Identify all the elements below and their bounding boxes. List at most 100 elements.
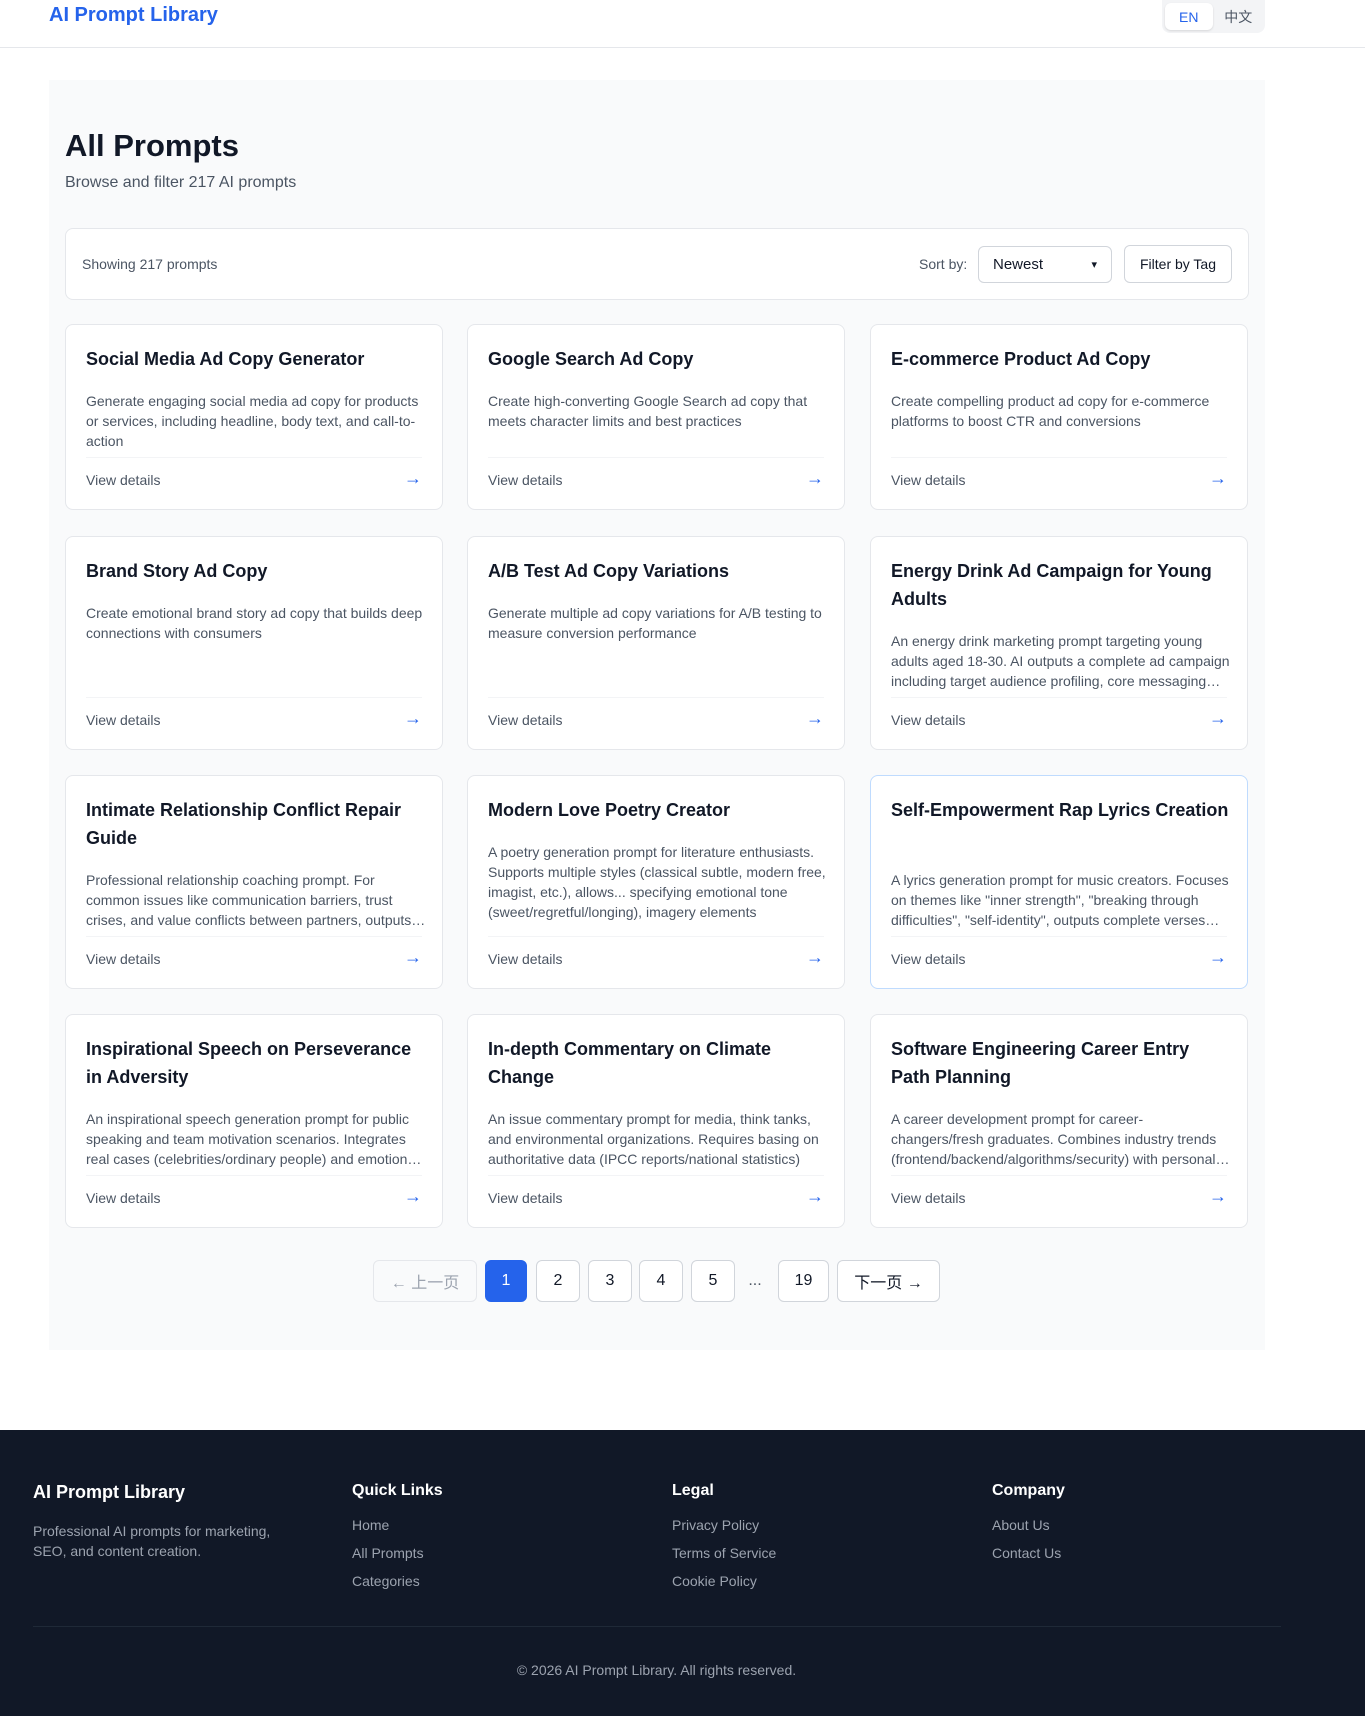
footer-tagline: Professional AI prompts for marketing, S… [33, 1523, 271, 1559]
prompt-card[interactable]: Inspirational Speech on Perseverance in … [65, 1014, 443, 1228]
footer-link-contact[interactable]: Contact Us [992, 1544, 1065, 1563]
prompt-card-footer: View details → [891, 936, 1227, 988]
footer-link-categories[interactable]: Categories [352, 1572, 443, 1591]
prompt-card-title: In-depth Commentary on Climate Change [488, 1039, 772, 1087]
prompt-card-description: Create emotional brand story ad copy tha… [86, 605, 423, 641]
arrow-right-icon[interactable]: → [1209, 708, 1227, 729]
prompt-card[interactable]: Self-Empowerment Rap Lyrics Creation A ly… [870, 775, 1248, 989]
arrow-right-icon[interactable]: → [1209, 468, 1227, 489]
prompt-card[interactable]: In-depth Commentary on Climate Change An … [467, 1014, 845, 1228]
footer-link-terms[interactable]: Terms of Service [672, 1544, 776, 1563]
view-details-link[interactable]: View details [891, 951, 965, 967]
arrow-right-icon[interactable]: → [806, 468, 824, 489]
arrow-right-icon[interactable]: → [404, 1186, 422, 1207]
prompt-card[interactable]: Software Engineering Career Entry Path P… [870, 1014, 1248, 1228]
page-button-4[interactable]: 4 [639, 1260, 683, 1302]
footer-col-title: Legal [672, 1482, 714, 1499]
arrow-right-icon[interactable]: → [404, 708, 422, 729]
page-button-3[interactable]: 3 [588, 1260, 632, 1302]
prompt-card[interactable]: E-commerce Product Ad Copy Create compell… [870, 324, 1248, 510]
footer-col-legal: Legal Privacy Policy Terms of Service Co… [672, 1482, 776, 1600]
prompt-card-title: Intimate Relationship Conflict Repair Gu… [86, 800, 402, 848]
view-details-link[interactable]: View details [86, 1190, 160, 1206]
prompt-card-description: An issue commentary prompt for media, th… [488, 1111, 819, 1167]
prompt-card-description: A poetry generation prompt for literatur… [488, 844, 826, 920]
pagination-ellipsis: ... [748, 1272, 762, 1289]
prompt-card-footer: View details → [86, 936, 422, 988]
main-panel: All Prompts Browse and filter 217 AI pro… [49, 80, 1265, 1350]
view-details-link[interactable]: View details [891, 1190, 965, 1206]
view-details-link[interactable]: View details [891, 472, 965, 488]
prompt-card-description: An energy drink marketing prompt targeti… [891, 633, 1230, 689]
footer-link-home[interactable]: Home [352, 1516, 443, 1535]
prompt-card-description: Professional relationship coaching promp… [86, 872, 412, 928]
page-button-1[interactable]: 1 [485, 1260, 527, 1302]
prompt-card[interactable]: Google Search Ad Copy Create high-convert… [467, 324, 845, 510]
prompt-card[interactable]: Intimate Relationship Conflict Repair Gu… [65, 775, 443, 989]
prompt-card-footer: View details → [488, 697, 824, 749]
prompt-card[interactable]: Social Media Ad Copy Generator Generate e… [65, 324, 443, 510]
prompt-card[interactable]: Energy Drink Ad Campaign for Young Adult… [870, 536, 1248, 750]
chevron-down-icon: ▾ [1091, 259, 1097, 271]
page-button-last[interactable]: 19 [778, 1260, 829, 1302]
filter-toolbar: Showing 217 prompts Sort by: Newest ▾ Fi… [65, 228, 1249, 300]
arrow-right-icon[interactable]: → [1209, 1186, 1227, 1207]
lang-zh-button[interactable]: 中文 [1215, 3, 1263, 30]
prompt-card-description: Generate multiple ad copy variations for… [488, 605, 822, 641]
prompt-card[interactable]: Brand Story Ad Copy Create emotional bran… [65, 536, 443, 750]
arrow-right-icon[interactable]: → [1209, 947, 1227, 968]
pagination: ← 上一页 1 2 3 4 5 ... 19 下一页 → [49, 1260, 1265, 1302]
page-button-2[interactable]: 2 [536, 1260, 580, 1302]
sort-label: Sort by: [919, 256, 968, 272]
prompt-card-description: A career development prompt for career-c… [891, 1111, 1217, 1167]
footer-col-title: Company [992, 1482, 1065, 1499]
prompt-card-description: An inspirational speech generation promp… [86, 1111, 419, 1167]
prompt-card-description: Create high-converting Google Search ad … [488, 393, 808, 429]
footer-link-privacy[interactable]: Privacy Policy [672, 1516, 776, 1535]
filter-by-tag-button[interactable]: Filter by Tag [1124, 245, 1232, 283]
prompt-card-title: Self-Empowerment Rap Lyrics Creation [891, 800, 1229, 820]
prompt-card-title: E-commerce Product Ad Copy [891, 349, 1151, 369]
prompt-card-title: A/B Test Ad Copy Variations [488, 561, 730, 581]
prev-page-button[interactable]: ← 上一页 [373, 1260, 477, 1302]
footer-link-about[interactable]: About Us [992, 1516, 1065, 1535]
view-details-link[interactable]: View details [488, 951, 562, 967]
footer-copyright: © 2026 AI Prompt Library. All rights res… [516, 1662, 797, 1678]
language-switcher: EN 中文 [1162, 0, 1265, 33]
prompt-card[interactable]: A/B Test Ad Copy Variations Generate mult… [467, 536, 845, 750]
view-details-link[interactable]: View details [86, 472, 160, 488]
view-details-link[interactable]: View details [488, 712, 562, 728]
prompt-card-footer: View details → [488, 457, 824, 509]
arrow-right-icon[interactable]: → [806, 1186, 824, 1207]
footer-brand: AI Prompt Library [33, 1482, 186, 1502]
arrow-right-icon[interactable]: → [806, 947, 824, 968]
view-details-link[interactable]: View details [488, 472, 562, 488]
sort-selected-value: Newest [993, 256, 1044, 273]
prompt-card-title: Software Engineering Career Entry Path P… [891, 1039, 1190, 1087]
prompt-card-footer: View details → [86, 697, 422, 749]
site-header: AI Prompt Library EN 中文 [0, 0, 1365, 48]
footer-link-all-prompts[interactable]: All Prompts [352, 1544, 443, 1563]
view-details-link[interactable]: View details [86, 712, 160, 728]
page-subtitle: Browse and filter 217 AI prompts [65, 174, 297, 191]
next-page-button[interactable]: 下一页 → [837, 1260, 940, 1302]
arrow-right-icon[interactable]: → [806, 708, 824, 729]
prompt-card-title: Social Media Ad Copy Generator [86, 349, 365, 369]
prompt-card-footer: View details → [891, 457, 1227, 509]
site-footer: AI Prompt Library Professional AI prompt… [0, 1430, 1365, 1716]
prompt-card-title: Energy Drink Ad Campaign for Young Adult… [891, 561, 1212, 609]
view-details-link[interactable]: View details [488, 1190, 562, 1206]
footer-link-cookie[interactable]: Cookie Policy [672, 1572, 776, 1591]
footer-divider [33, 1626, 1281, 1627]
view-details-link[interactable]: View details [86, 951, 160, 967]
arrow-right-icon[interactable]: → [404, 468, 422, 489]
prompt-card-description: Generate engaging social media ad copy f… [86, 393, 419, 449]
site-logo[interactable]: AI Prompt Library [49, 4, 218, 27]
prompt-card[interactable]: Modern Love Poetry Creator A poetry gener… [467, 775, 845, 989]
arrow-right-icon[interactable]: → [404, 947, 422, 968]
page-button-5[interactable]: 5 [691, 1260, 735, 1302]
sort-select[interactable]: Newest ▾ [978, 246, 1112, 283]
lang-en-button[interactable]: EN [1165, 3, 1213, 30]
view-details-link[interactable]: View details [891, 712, 965, 728]
prompt-card-title: Modern Love Poetry Creator [488, 800, 731, 820]
